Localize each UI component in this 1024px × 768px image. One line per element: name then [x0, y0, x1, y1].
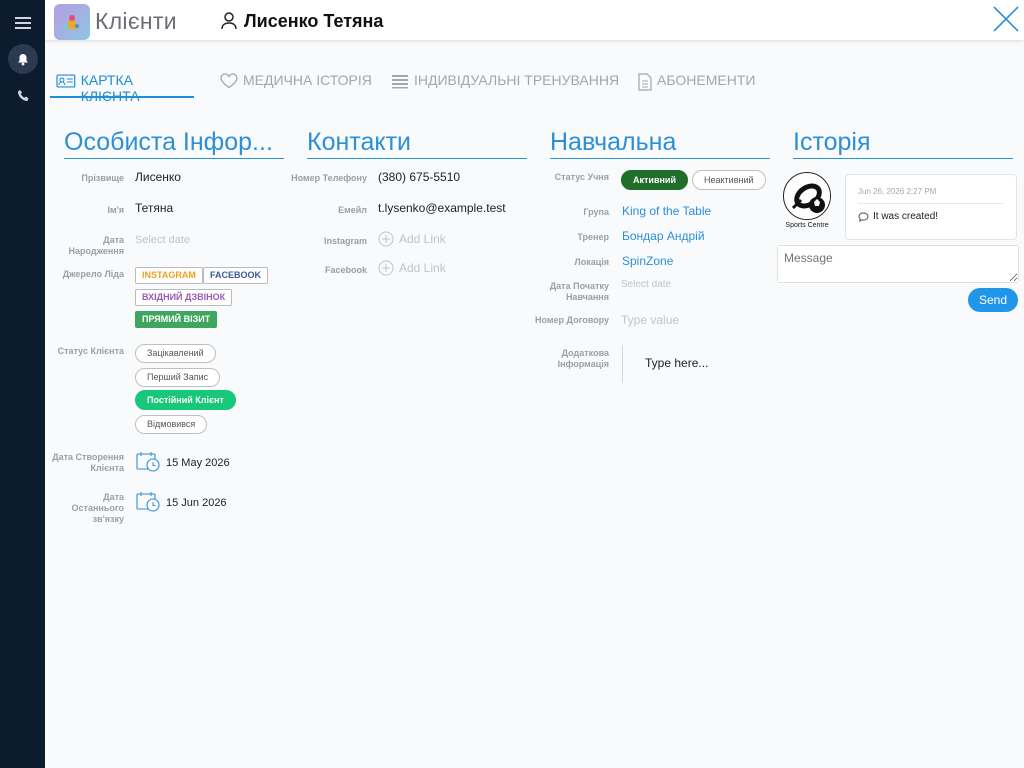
last-contact-label: Дата Останнього зв'язку	[71, 492, 124, 524]
history-entry: Jun 26, 2026 2:27 PM It was created!	[845, 174, 1017, 240]
id-card-icon	[56, 74, 76, 88]
name-label: Ім'я	[107, 205, 124, 215]
trainer-label: Тренер	[577, 232, 609, 242]
app-title: Клієнти	[95, 8, 177, 34]
lead-tag-instagram[interactable]: INSTAGRAM	[135, 267, 203, 284]
created-date-label: Дата Створення Клієнта	[52, 452, 124, 473]
lead-tag-facebook[interactable]: FACEBOOK	[203, 267, 269, 284]
lead-tag-incoming-call[interactable]: ВХІДНИЙ ДЗВІНОК	[135, 289, 233, 306]
document-icon	[638, 73, 652, 91]
status-regular-client[interactable]: Постійний Клієнт	[135, 390, 236, 410]
avatar-caption: Sports Centre	[785, 222, 829, 229]
status-first-booking[interactable]: Перший Запис	[135, 368, 221, 387]
facebook-label: Facebook	[324, 265, 367, 275]
tab-bar: КАРТКА КЛІЄНТА МЕДИЧНА ІСТОРІЯ ІНДИВІДУА…	[50, 72, 1024, 104]
add-link-label: Add Link	[399, 261, 446, 275]
list-icon	[392, 75, 408, 89]
tab-client-card[interactable]: КАРТКА КЛІЄНТА	[50, 72, 194, 104]
app-logo	[54, 4, 90, 40]
start-date-label: Дата Початку Навчання	[549, 281, 609, 302]
comment-icon	[858, 211, 869, 222]
tab-label: МЕДИЧНА ІСТОРІЯ	[243, 72, 372, 88]
tab-label: АБОНЕМЕНТИ	[657, 72, 756, 88]
status-interested[interactable]: Зацікавлений	[135, 344, 216, 363]
contacts-title: Контакти	[307, 128, 527, 159]
extra-info-divider	[622, 345, 623, 383]
start-date-input[interactable]: Select date	[621, 279, 671, 290]
client-status-label: Статус Клієнта	[57, 346, 124, 356]
trainer-link[interactable]: Бондар Андрій	[622, 229, 705, 243]
extra-info-input[interactable]: Type here...	[645, 356, 708, 370]
person-icon	[221, 12, 237, 30]
student-status-active[interactable]: Активний	[621, 170, 688, 190]
extra-info-label: Додаткова Інформація	[557, 348, 609, 369]
location-link[interactable]: SpinZone	[622, 254, 673, 268]
name-value[interactable]: Тетяна	[135, 201, 173, 215]
surname-label: Прізвище	[81, 173, 124, 183]
status-declined[interactable]: Відмовився	[135, 415, 208, 434]
personal-info-title: Особиста Інфор...	[64, 128, 284, 159]
phone-label: Номер Телефону	[291, 173, 367, 183]
group-link[interactable]: King of the Table	[622, 204, 711, 218]
sports-centre-logo-icon	[785, 174, 830, 219]
left-rail	[0, 0, 45, 768]
message-input[interactable]	[777, 245, 1019, 283]
phone-value[interactable]: (380) 675-5510	[378, 170, 460, 184]
send-button[interactable]: Send	[968, 288, 1018, 312]
history-entry-date: Jun 26, 2026 2:27 PM	[858, 187, 937, 196]
add-facebook-link[interactable]: Add Link	[378, 260, 446, 276]
last-contact-value: 15 Jun 2026	[166, 497, 227, 509]
surname-value[interactable]: Лисенко	[135, 170, 181, 184]
header-bar: Клієнти Лисенко Тетяна	[45, 0, 1024, 40]
student-status-label: Статус Учня	[554, 172, 609, 182]
add-link-label: Add Link	[399, 232, 446, 246]
lead-source-label: Джерело Ліда	[62, 269, 124, 279]
plus-circle-icon	[378, 231, 394, 247]
birth-date-label: Дата Народження	[68, 235, 125, 256]
add-instagram-link[interactable]: Add Link	[378, 231, 446, 247]
tab-individual-trainings[interactable]: ІНДИВІДУАЛЬНІ ТРЕНУВАННЯ	[391, 72, 619, 98]
contract-input[interactable]: Type value	[621, 313, 679, 327]
created-date-value: 15 May 2026	[166, 457, 230, 469]
calendar-icon	[136, 452, 160, 472]
history-entry-text: It was created!	[873, 211, 939, 222]
calendar-icon	[136, 492, 160, 512]
instagram-label: Instagram	[323, 236, 367, 246]
close-icon[interactable]	[991, 4, 1021, 34]
study-title: Навчальна	[550, 128, 770, 159]
tab-subscriptions[interactable]: АБОНЕМЕНТИ	[638, 72, 755, 98]
menu-icon[interactable]	[8, 8, 38, 38]
client-name: Лисенко Тетяна	[244, 11, 384, 31]
history-entry-divider	[858, 203, 1004, 204]
phone-icon[interactable]	[8, 80, 38, 110]
tab-label: ІНДИВІДУАЛЬНІ ТРЕНУВАННЯ	[414, 72, 620, 88]
birth-date-input[interactable]: Select date	[135, 234, 190, 246]
location-label: Локація	[574, 257, 609, 267]
email-label: Емейл	[338, 205, 367, 215]
bell-icon[interactable]	[8, 44, 38, 74]
history-entry-body: It was created!	[858, 211, 938, 222]
group-label: Група	[583, 207, 609, 217]
avatar	[783, 172, 831, 220]
history-title: Історія	[793, 128, 1013, 159]
student-status-inactive[interactable]: Неактивний	[692, 170, 766, 190]
tab-medical-history[interactable]: МЕДИЧНА ІСТОРІЯ	[220, 72, 372, 98]
plus-circle-icon	[378, 260, 394, 276]
email-value[interactable]: t.lysenko@example.test	[378, 201, 506, 215]
lead-tag-direct-visit[interactable]: ПРЯМИЙ ВІЗИТ	[135, 311, 218, 328]
contract-label: Номер Договору	[535, 315, 609, 325]
heart-icon	[220, 73, 238, 89]
tab-label: КАРТКА КЛІЄНТА	[80, 72, 140, 104]
